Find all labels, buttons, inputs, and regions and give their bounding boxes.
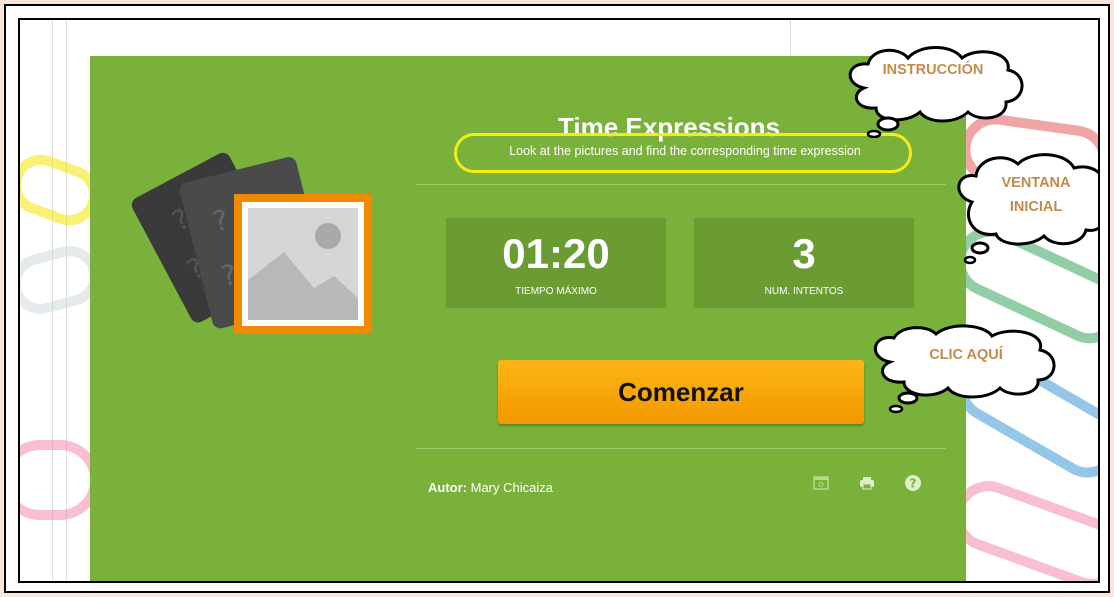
activity-instruction: Look at the pictures and find the corres… [509, 144, 861, 158]
instruction-callout: INSTRUCCIÓN [836, 44, 1030, 138]
time-limit-label: TIEMPO MÁXIMO [515, 286, 597, 297]
svg-text:?: ? [910, 477, 917, 491]
start-window-callout-line1: VENTANA [1001, 175, 1071, 191]
print-icon[interactable] [856, 472, 878, 494]
footer-divider [416, 448, 946, 449]
start-button[interactable]: Comenzar [498, 360, 864, 424]
fullscreen-icon[interactable] [810, 472, 832, 494]
screenshot-frame: ? ? ? ? ? ? ? ? Time Expressions Look at… [4, 4, 1110, 593]
attempts-label: NUM. INTENTOS [764, 286, 844, 297]
attempts-box: 3 NUM. INTENTOS [694, 218, 914, 308]
help-icon[interactable]: ? [902, 472, 924, 494]
time-limit-value: 01:20 [502, 230, 610, 277]
header-divider [416, 184, 946, 185]
memory-cards-illustration: ? ? ? ? ? ? ? ? [131, 152, 372, 334]
instruction-callout-text: INSTRUCCIÓN [882, 62, 984, 78]
author-credit: Autor: Mary Chicaiza [428, 480, 553, 495]
paperclip-decoration [20, 440, 100, 520]
attempts-value: 3 [792, 230, 816, 277]
click-here-callout: CLIC AQUÍ [856, 324, 1066, 416]
start-window-panel: ? ? ? ? ? ? ? ? Time Expressions Look at… [90, 56, 966, 581]
activity-viewport: ? ? ? ? ? ? ? ? Time Expressions Look at… [18, 18, 1100, 583]
start-window-callout: VENTANA INICIAL [946, 150, 1098, 270]
start-window-callout-line2: INICIAL [1009, 199, 1063, 215]
click-here-callout-text: CLIC AQUÍ [929, 347, 1003, 363]
author-name: Mary Chicaiza [470, 480, 553, 495]
author-label: Autor: [428, 480, 467, 495]
paperclip-decoration [943, 471, 1098, 581]
time-limit-box: 01:20 TIEMPO MÁXIMO [446, 218, 666, 308]
